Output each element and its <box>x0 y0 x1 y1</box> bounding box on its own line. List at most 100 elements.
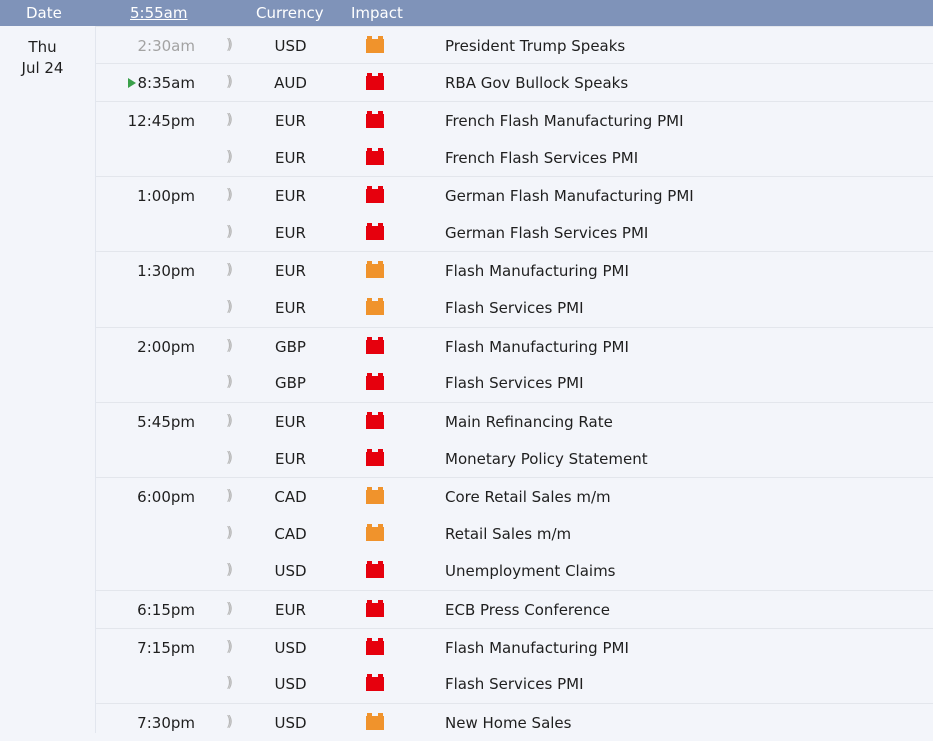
impact-folder-icon[interactable] <box>366 337 384 354</box>
impact-folder-icon[interactable] <box>366 223 384 240</box>
event-currency: EUR <box>275 413 306 431</box>
sound-alert-icon[interactable]: )) <box>226 37 233 53</box>
event-currency: USD <box>274 639 307 657</box>
event-title[interactable]: German Flash Services PMI <box>445 224 648 242</box>
event-title[interactable]: New Home Sales <box>445 714 571 732</box>
event-currency: EUR <box>275 112 306 130</box>
event-title[interactable]: RBA Gov Bullock Speaks <box>445 74 628 92</box>
event-row[interactable]: 1:30pm)) EUR Flash Manufacturing PMI <box>96 251 933 289</box>
event-row[interactable]: 8:35am)) AUD RBA Gov Bullock Speaks <box>96 63 933 101</box>
event-row[interactable]: 12:45pm)) EUR French Flash Manufacturing P… <box>96 101 933 139</box>
impact-folder-icon[interactable] <box>366 674 384 691</box>
event-time-label: 6:00pm <box>137 488 195 506</box>
impact-folder-icon[interactable] <box>366 524 384 541</box>
sound-alert-icon[interactable]: )) <box>226 112 233 128</box>
event-title[interactable]: Flash Manufacturing PMI <box>445 338 629 356</box>
event-currency: EUR <box>275 224 306 242</box>
sound-alert-icon[interactable]: )) <box>226 224 233 240</box>
impact-folder-icon[interactable] <box>366 713 384 730</box>
event-time-label: 5:45pm <box>137 413 195 431</box>
impact-folder-icon[interactable] <box>366 111 384 128</box>
event-currency: USD <box>274 562 307 580</box>
impact-column-header[interactable]: Impact <box>351 4 403 22</box>
event-row[interactable]: )) EUR French Flash Services PMI <box>96 139 933 176</box>
event-row[interactable]: 2:30am)) USD President Trump Speaks <box>96 26 933 64</box>
event-currency: EUR <box>275 299 306 317</box>
current-time-link[interactable]: 5:55am <box>130 4 188 22</box>
sound-alert-icon[interactable]: )) <box>226 675 233 691</box>
event-row[interactable]: )) USD Unemployment Claims <box>96 552 933 589</box>
event-title[interactable]: Flash Services PMI <box>445 675 584 693</box>
event-title[interactable]: Unemployment Claims <box>445 562 616 580</box>
event-title[interactable]: Core Retail Sales m/m <box>445 488 611 506</box>
impact-folder-icon[interactable] <box>366 298 384 315</box>
event-title[interactable]: Main Refinancing Rate <box>445 413 613 431</box>
impact-folder-icon[interactable] <box>366 412 384 429</box>
event-title[interactable]: French Flash Manufacturing PMI <box>445 112 684 130</box>
event-title[interactable]: Flash Services PMI <box>445 374 584 392</box>
event-currency: AUD <box>274 74 307 92</box>
event-time: 7:15pm <box>137 639 195 657</box>
sound-alert-icon[interactable]: )) <box>226 374 233 390</box>
impact-folder-icon[interactable] <box>366 600 384 617</box>
date-column-header[interactable]: Date <box>26 4 62 22</box>
event-row[interactable]: )) CAD Retail Sales m/m <box>96 515 933 552</box>
date-label: Jul 24 <box>21 59 64 77</box>
event-title[interactable]: Flash Services PMI <box>445 299 584 317</box>
impact-folder-icon[interactable] <box>366 73 384 90</box>
impact-folder-icon[interactable] <box>366 561 384 578</box>
event-currency: EUR <box>275 149 306 167</box>
impact-folder-icon[interactable] <box>366 186 384 203</box>
event-title[interactable]: ECB Press Conference <box>445 601 610 619</box>
event-title[interactable]: Flash Manufacturing PMI <box>445 262 629 280</box>
event-time-label: 7:15pm <box>137 639 195 657</box>
sound-alert-icon[interactable]: )) <box>226 149 233 165</box>
sound-alert-icon[interactable]: )) <box>226 601 233 617</box>
impact-folder-icon[interactable] <box>366 638 384 655</box>
event-time: 8:35am <box>127 74 195 92</box>
impact-folder-icon[interactable] <box>366 261 384 278</box>
event-row[interactable]: )) GBP Flash Services PMI <box>96 364 933 401</box>
event-row[interactable]: 7:30pm)) USD New Home Sales <box>96 703 933 741</box>
date-cell: Thu Jul 24 <box>0 26 96 733</box>
event-row[interactable]: 2:00pm)) GBP Flash Manufacturing PMI <box>96 327 933 365</box>
impact-folder-icon[interactable] <box>366 36 384 53</box>
event-title[interactable]: President Trump Speaks <box>445 37 625 55</box>
event-time: 2:30am <box>138 37 196 55</box>
event-row[interactable]: 5:45pm)) EUR Main Refinancing Rate <box>96 402 933 440</box>
sound-alert-icon[interactable]: )) <box>226 262 233 278</box>
event-row[interactable]: )) EUR German Flash Services PMI <box>96 214 933 251</box>
event-row[interactable]: )) USD Flash Services PMI <box>96 665 933 702</box>
event-currency: EUR <box>275 450 306 468</box>
impact-folder-icon[interactable] <box>366 449 384 466</box>
sound-alert-icon[interactable]: )) <box>226 74 233 90</box>
event-title[interactable]: Retail Sales m/m <box>445 525 571 543</box>
event-time: 1:30pm <box>137 262 195 280</box>
event-row[interactable]: )) EUR Flash Services PMI <box>96 289 933 326</box>
event-title[interactable]: German Flash Manufacturing PMI <box>445 187 694 205</box>
sound-alert-icon[interactable]: )) <box>226 187 233 203</box>
sound-alert-icon[interactable]: )) <box>226 714 233 730</box>
event-time-label: 7:30pm <box>137 714 195 732</box>
sound-alert-icon[interactable]: )) <box>226 525 233 541</box>
currency-column-header[interactable]: Currency <box>256 4 324 22</box>
event-title[interactable]: French Flash Services PMI <box>445 149 638 167</box>
impact-folder-icon[interactable] <box>366 373 384 390</box>
event-row[interactable]: 7:15pm)) USD Flash Manufacturing PMI <box>96 628 933 666</box>
sound-alert-icon[interactable]: )) <box>226 488 233 504</box>
impact-folder-icon[interactable] <box>366 148 384 165</box>
sound-alert-icon[interactable]: )) <box>226 639 233 655</box>
impact-folder-icon[interactable] <box>366 487 384 504</box>
event-title[interactable]: Monetary Policy Statement <box>445 450 648 468</box>
event-row[interactable]: )) EUR Monetary Policy Statement <box>96 440 933 477</box>
event-row[interactable]: 6:15pm)) EUR ECB Press Conference <box>96 590 933 628</box>
sound-alert-icon[interactable]: )) <box>226 562 233 578</box>
sound-alert-icon[interactable]: )) <box>226 413 233 429</box>
event-title[interactable]: Flash Manufacturing PMI <box>445 639 629 657</box>
event-row[interactable]: 6:00pm)) CAD Core Retail Sales m/m <box>96 477 933 515</box>
sound-alert-icon[interactable]: )) <box>226 338 233 354</box>
sound-alert-icon[interactable]: )) <box>226 299 233 315</box>
sound-alert-icon[interactable]: )) <box>226 450 233 466</box>
next-event-arrow-icon <box>127 78 136 88</box>
event-row[interactable]: 1:00pm)) EUR German Flash Manufacturing PM… <box>96 176 933 214</box>
